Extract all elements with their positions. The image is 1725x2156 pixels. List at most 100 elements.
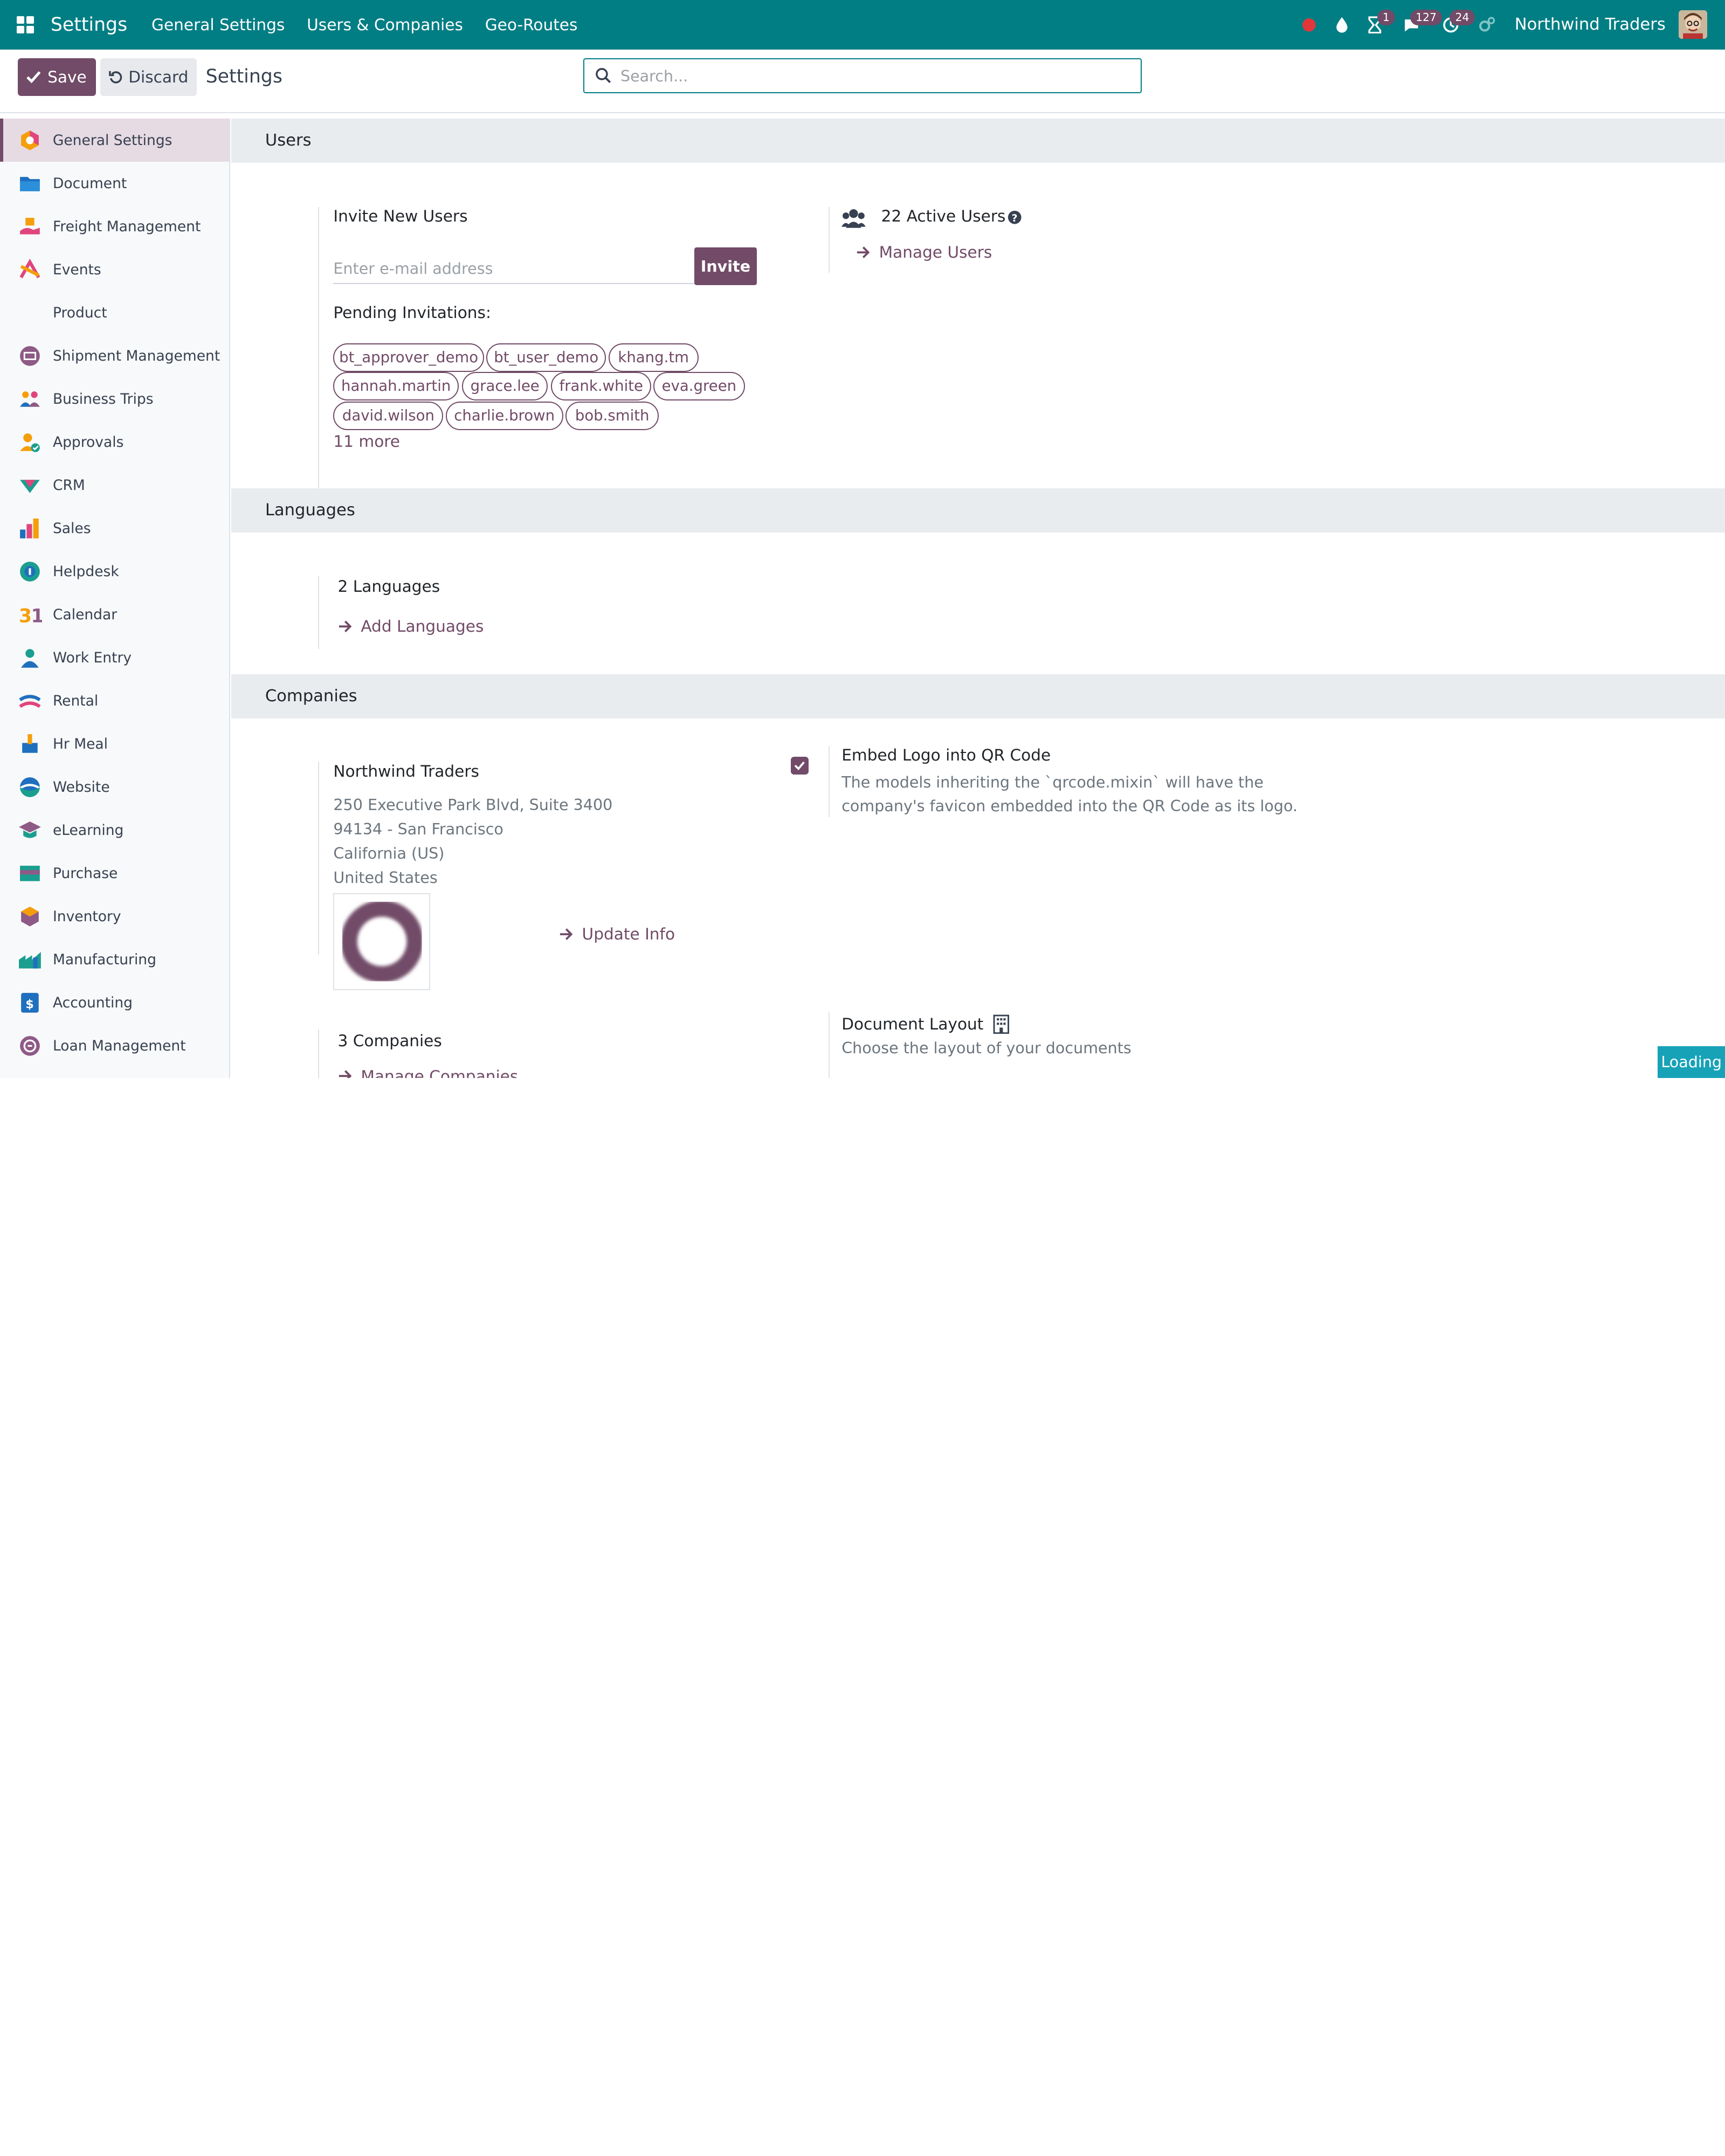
document-layout-title-row: Document Layout: [841, 1014, 1010, 1034]
sidebar-item-document[interactable]: Document: [0, 162, 229, 205]
building-icon: [993, 1014, 1009, 1034]
clock-icon[interactable]: 24: [1431, 0, 1475, 50]
divider: [318, 576, 319, 649]
check-icon: [26, 71, 41, 83]
work-entry-icon: [20, 648, 39, 668]
embed-logo-checkbox[interactable]: [791, 757, 809, 775]
save-button[interactable]: Save: [17, 58, 96, 96]
sidebar-item-sales[interactable]: Sales: [0, 507, 229, 550]
add-languages-link[interactable]: Add Languages: [338, 617, 484, 635]
svg-text:1: 1: [31, 606, 42, 627]
control-panel: Save Discard Settings: [0, 50, 1725, 114]
sidebar-item-hr-meal[interactable]: Hr Meal: [0, 722, 229, 765]
pending-invite-tag[interactable]: khang.tm: [608, 343, 699, 372]
address-line: United States: [333, 868, 438, 887]
company-switcher[interactable]: Northwind Traders: [1515, 15, 1666, 34]
hr-meal-icon: [22, 734, 38, 753]
sidebar-item-product[interactable]: Product: [0, 291, 229, 334]
section-companies-header: Companies: [231, 674, 1725, 718]
search-icon: [596, 68, 611, 84]
business-trips-icon: [19, 391, 40, 407]
drop-icon[interactable]: [1326, 0, 1358, 50]
approvals-icon: [19, 433, 40, 452]
sidebar-item-label: Approvals: [52, 433, 124, 451]
update-info-link[interactable]: Update Info: [559, 925, 675, 943]
divider: [318, 1029, 319, 1078]
sidebar-item-accounting[interactable]: $ Accounting: [0, 981, 229, 1024]
menu-general-settings[interactable]: General Settings: [141, 16, 296, 34]
arrow-right-icon: [560, 928, 573, 941]
sidebar-item-label: Website: [52, 778, 110, 796]
sidebar-item-website[interactable]: Website: [0, 765, 229, 808]
sidebar-item-business-trips[interactable]: Business Trips: [0, 377, 229, 420]
sidebar-item-label: Hr Meal: [52, 735, 108, 752]
check-icon: [795, 762, 805, 771]
sidebar-item-elearning[interactable]: eLearning: [0, 808, 229, 852]
divider: [318, 206, 319, 515]
apps-menu-icon[interactable]: [0, 0, 51, 50]
company-address: 250 Executive Park Blvd, Suite 3400 9413…: [333, 793, 612, 890]
pending-invite-tag[interactable]: frank.white: [551, 371, 652, 400]
invite-button[interactable]: Invite: [694, 247, 757, 285]
help-icon[interactable]: ?: [1008, 210, 1022, 225]
sidebar-item-work-entry[interactable]: Work Entry: [0, 636, 229, 679]
hourglass-icon[interactable]: 1: [1358, 0, 1396, 50]
menu-geo-routes[interactable]: Geo-Routes: [474, 16, 589, 34]
sidebar-item-general-settings[interactable]: General Settings: [0, 119, 229, 162]
pending-invite-tag[interactable]: bt_approver_demo: [333, 343, 484, 372]
app-window: Settings General Settings Users & Compan…: [0, 0, 1725, 1078]
sidebar-item-label: CRM: [52, 476, 85, 494]
address-line: California (US): [333, 844, 445, 863]
page-title: Settings: [205, 66, 282, 88]
sidebar-item-label: Sales: [52, 520, 91, 537]
pending-invite-tag[interactable]: eva.green: [653, 371, 745, 400]
update-info-label: Update Info: [582, 925, 675, 944]
sidebar-item-events[interactable]: Events: [0, 248, 229, 291]
pending-invite-tag[interactable]: hannah.martin: [333, 371, 459, 400]
sidebar-item-shipment-management[interactable]: Shipment Management: [0, 334, 229, 377]
search-bar[interactable]: [583, 58, 1142, 94]
sidebar-item-helpdesk[interactable]: Helpdesk: [0, 550, 229, 593]
sidebar-item-freight-management[interactable]: Freight Management: [0, 205, 229, 248]
app-brand[interactable]: Settings: [51, 14, 127, 36]
pending-invite-tag[interactable]: david.wilson: [333, 401, 444, 430]
elearning-icon: [18, 821, 41, 838]
gears-icon[interactable]: [1471, 0, 1503, 50]
pending-invite-tag[interactable]: grace.lee: [462, 371, 548, 400]
address-line: 250 Executive Park Blvd, Suite 3400: [333, 796, 613, 814]
manage-companies-link[interactable]: Manage Companies: [338, 1067, 519, 1078]
search-input[interactable]: [620, 66, 1105, 85]
pending-invite-tag[interactable]: bob.smith: [565, 401, 659, 430]
events-icon: [19, 258, 40, 279]
website-icon: [19, 777, 40, 797]
email-field[interactable]: [333, 254, 694, 284]
company-logo[interactable]: [333, 893, 430, 990]
sidebar-item-label: Calendar: [52, 606, 118, 623]
sidebar-item-manufacturing[interactable]: Manufacturing: [0, 938, 229, 981]
sidebar-item-purchase[interactable]: Purchase: [0, 852, 229, 895]
discard-button[interactable]: Discard: [100, 58, 197, 96]
settings-app-icon: [20, 130, 39, 150]
sidebar-item-calendar[interactable]: 31 Calendar: [0, 593, 229, 636]
sidebar-item-crm[interactable]: CRM: [0, 464, 229, 507]
pending-invite-tag[interactable]: charlie.brown: [445, 401, 563, 430]
embed-logo-description: The models inheriting the `qrcode.mixin`…: [841, 770, 1298, 819]
undo-icon: [108, 71, 122, 84]
manage-users-link[interactable]: Manage Users: [856, 243, 992, 261]
sidebar-item-loan-management[interactable]: Loan Management: [0, 1024, 229, 1067]
more-invitations-link[interactable]: 11 more: [333, 432, 400, 451]
menu-users-companies[interactable]: Users & Companies: [296, 16, 474, 34]
sales-icon: [19, 518, 39, 538]
sidebar-item-approvals[interactable]: Approvals: [0, 420, 229, 464]
manage-companies-label: Manage Companies: [361, 1067, 519, 1078]
calendar-icon: 31: [19, 606, 42, 627]
invite-users-label: Invite New Users: [333, 206, 468, 225]
description-line: company's favicon embedded into the QR C…: [841, 797, 1298, 816]
sidebar-item-rental[interactable]: Rental: [0, 679, 229, 722]
record-icon[interactable]: [1293, 0, 1326, 50]
chat-icon[interactable]: 127: [1391, 0, 1443, 50]
user-avatar[interactable]: [1679, 10, 1708, 39]
sidebar-item-inventory[interactable]: Inventory: [0, 895, 229, 938]
sidebar-item-label: Business Trips: [52, 390, 154, 407]
pending-invite-tag[interactable]: bt_user_demo: [486, 343, 606, 372]
